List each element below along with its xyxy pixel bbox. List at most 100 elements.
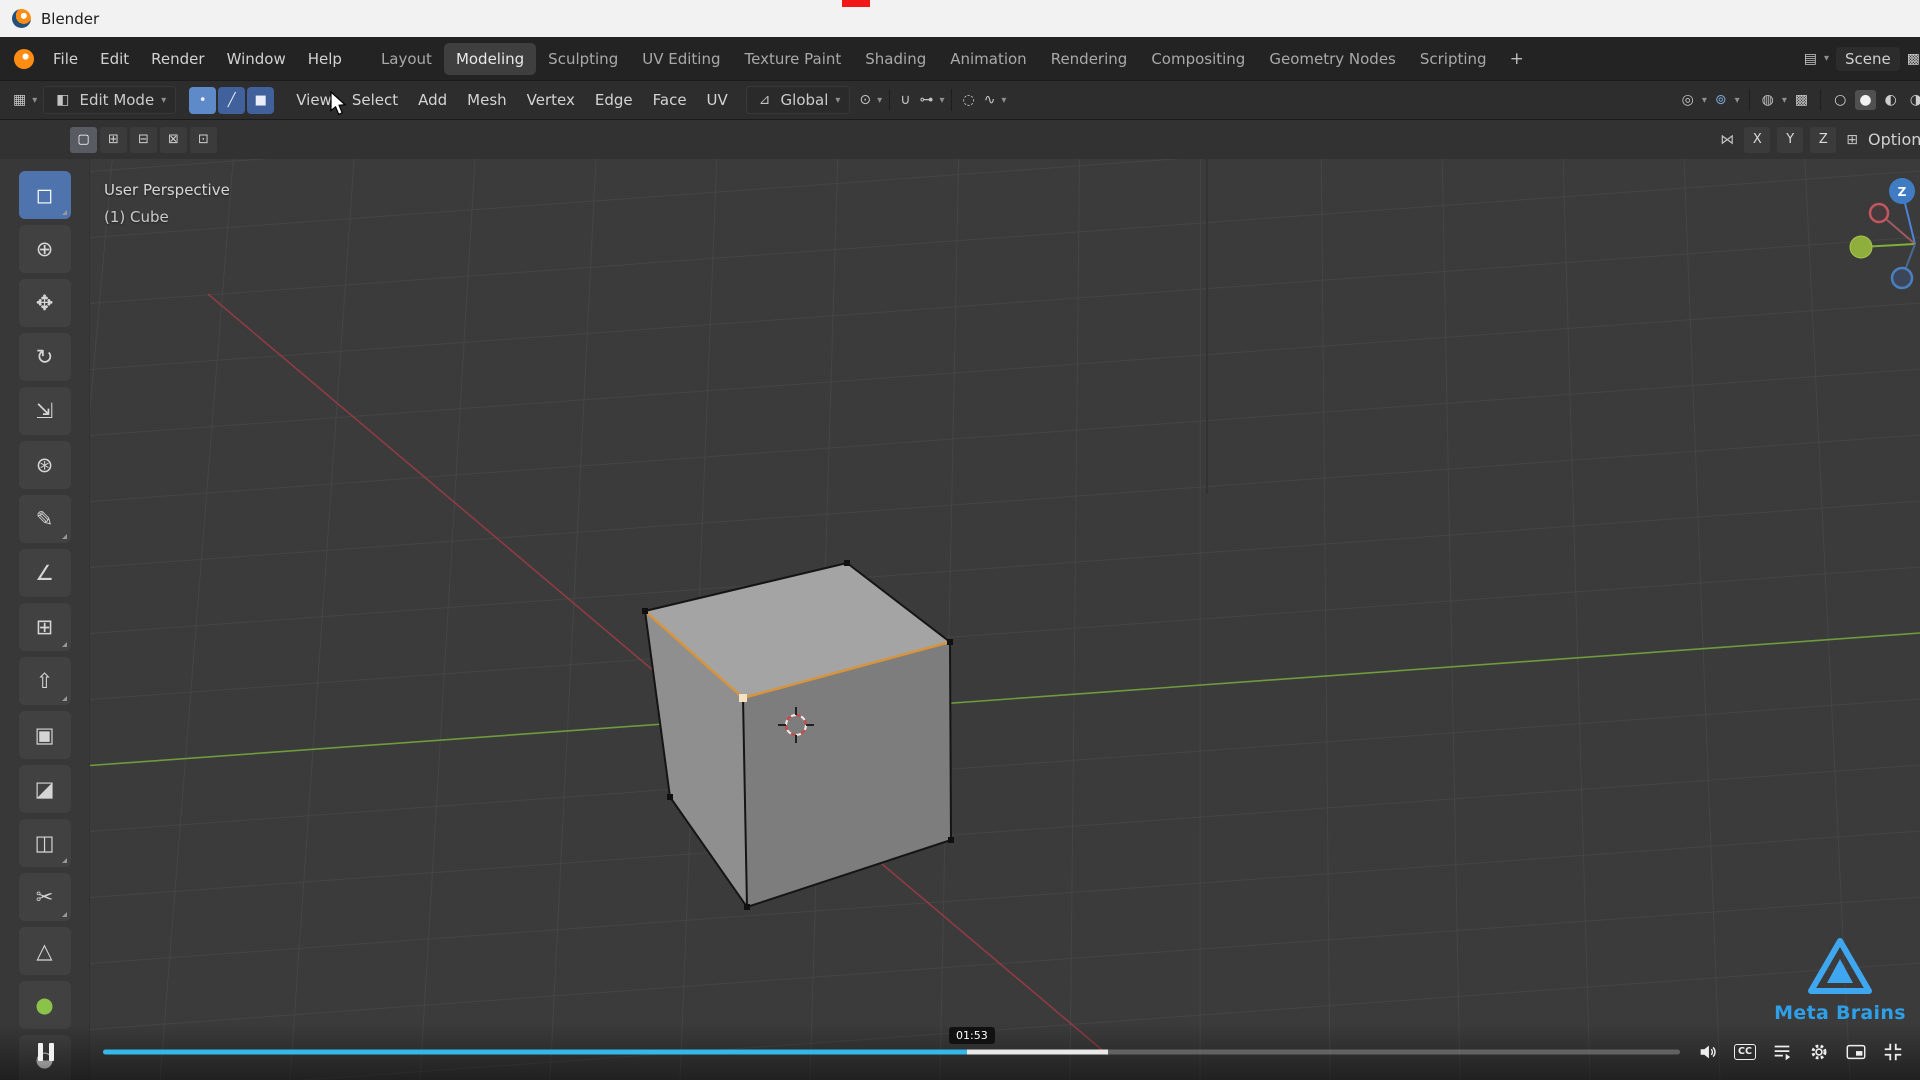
knife-tool[interactable]: ✂ [18,873,71,921]
window-titlebar: Blender [0,0,1920,37]
select-mode-invert-button[interactable]: ⊠ [160,126,187,153]
menu-help[interactable]: Help [297,45,353,73]
tab-geometry-nodes[interactable]: Geometry Nodes [1257,43,1408,75]
shading-solid-icon[interactable]: ● [1855,90,1876,110]
captions-icon[interactable]: CC [1734,1044,1756,1060]
mirror-y-button[interactable]: Y [1777,126,1804,153]
menu-render[interactable]: Render [140,45,215,73]
menu-mesh[interactable]: Mesh [457,87,517,113]
snap-target-icon[interactable]: ⊶ [916,92,936,108]
fullscreen-icon[interactable] [1882,1041,1904,1063]
select-mode-new-button[interactable]: ▢ [70,126,97,153]
xray-toggle-icon[interactable]: ▩ [1792,92,1811,108]
volume-icon[interactable] [1697,1041,1719,1063]
mirror-icon[interactable]: ⋈ [1717,132,1737,148]
loop-cut-tool[interactable]: ◫ [18,819,71,867]
edge-select-button[interactable]: ╱ [218,86,246,114]
inset-faces-tool[interactable]: ▣ [18,711,71,759]
move-tool[interactable]: ✥ [18,279,71,327]
navigation-gizmo[interactable]: Z [1798,159,1920,309]
add-workspace-button[interactable]: + [1499,47,1535,71]
scene-name-field[interactable]: Scene [1836,46,1900,71]
chevron-down-icon[interactable]: ▾ [1001,95,1006,106]
gizmo-y-ball[interactable] [1849,235,1873,259]
transform-tool[interactable]: ⊛ [18,441,71,489]
inset-icon: ▣ [34,723,55,747]
tab-sculpting[interactable]: Sculpting [536,43,630,75]
poly-build-tool[interactable]: △ [18,927,71,975]
tab-scripting[interactable]: Scripting [1408,43,1499,75]
menu-select[interactable]: Select [342,87,408,113]
tab-rendering[interactable]: Rendering [1039,43,1140,75]
chevron-down-icon[interactable]: ▾ [1782,95,1787,106]
tool-options-dropdown[interactable]: Options ▾ [1868,130,1920,149]
chevron-down-icon[interactable]: ▾ [877,95,882,106]
view-layer-icon[interactable]: ▩ [1907,51,1920,67]
pivot-point-icon[interactable]: ⊙ [856,92,874,108]
annotate-tool[interactable]: ✎ [18,495,71,543]
vertex-select-button[interactable]: • [189,86,217,114]
menu-add[interactable]: Add [408,87,457,113]
mirror-x-button[interactable]: X [1744,126,1771,153]
active-vertex [739,694,747,702]
tab-layout[interactable]: Layout [369,43,444,75]
menu-uv[interactable]: UV [697,87,738,113]
cursor-tool[interactable]: ⊕ [18,225,71,273]
face-select-button[interactable]: ■ [247,86,275,114]
shading-rendered-icon[interactable]: ◑ [1906,90,1920,110]
menu-edge[interactable]: Edge [585,87,643,113]
mode-selector[interactable]: ◧ Edit Mode ▾ [43,86,177,114]
orientation-icon: ⊿ [758,92,771,108]
add-cube-tool[interactable]: ⊞ [18,603,71,651]
measure-tool[interactable]: ∠ [18,549,71,597]
browse-scene-icon[interactable]: ▤ [1804,51,1817,67]
menu-file[interactable]: File [42,45,89,73]
chevron-down-icon[interactable]: ▾ [1824,53,1829,64]
scale-tool[interactable]: ⇲ [18,387,71,435]
chevron-down-icon[interactable]: ▾ [1735,95,1740,106]
rotate-tool[interactable]: ↻ [18,333,71,381]
tab-shading[interactable]: Shading [853,43,938,75]
pause-button[interactable] [38,1043,54,1061]
settings-icon[interactable] [1808,1041,1830,1063]
tab-animation[interactable]: Animation [938,43,1038,75]
viewport-3d[interactable]: ◻ ⊕ ✥ ↻ ⇲ ⊛ ✎ ∠ ⊞ ⇧ ▣ ◪ ◫ ✂ △ ● ◒ User P… [0,159,1920,1080]
menu-vertex[interactable]: Vertex [517,87,585,113]
snap-magnet-icon[interactable]: ∪ [897,92,913,108]
select-mode-intersect-button[interactable]: ⊡ [190,126,217,153]
bevel-tool[interactable]: ◪ [18,765,71,813]
extrude-tool[interactable]: ⇧ [18,657,71,705]
menu-edit[interactable]: Edit [89,45,140,73]
extra-settings-icon[interactable]: ⊞ [1843,132,1861,148]
menu-window[interactable]: Window [216,45,297,73]
gizmos-icon[interactable]: ⊚ [1712,92,1730,108]
menu-face[interactable]: Face [643,87,697,113]
falloff-curve-icon[interactable]: ∿ [981,92,999,108]
overlays-icon[interactable]: ◍ [1759,92,1777,108]
gizmo-neg-z-ball[interactable] [1890,266,1914,290]
tab-compositing[interactable]: Compositing [1139,43,1257,75]
editor-type-chevron-icon[interactable]: ▾ [32,95,37,106]
smooth-tool[interactable]: ● [18,981,71,1029]
tab-texture-paint[interactable]: Texture Paint [732,43,853,75]
progress-bar[interactable] [103,1049,1680,1055]
select-mode-extend-button[interactable]: ⊞ [100,126,127,153]
gizmo-x-ball[interactable] [1868,202,1890,224]
chevron-down-icon[interactable]: ▾ [939,95,944,106]
select-mode-subtract-button[interactable]: ⊟ [130,126,157,153]
tab-uv-editing[interactable]: UV Editing [630,43,732,75]
visibility-icon[interactable]: ◎ [1679,92,1697,108]
shading-wireframe-icon[interactable]: ○ [1830,90,1850,110]
pip-icon[interactable] [1845,1041,1867,1063]
chevron-down-icon[interactable]: ▾ [1702,95,1707,106]
editor-type-icon[interactable]: ▦ [10,92,29,108]
shading-material-icon[interactable]: ◐ [1881,90,1901,110]
orientation-selector[interactable]: ⊿ Global ▾ [745,86,851,114]
mirror-z-button[interactable]: Z [1810,126,1837,153]
playlist-icon[interactable] [1771,1041,1793,1063]
proportional-editing-icon[interactable]: ◌ [959,92,977,108]
tab-modeling[interactable]: Modeling [443,42,537,75]
blender-menu-icon[interactable] [14,48,34,69]
chevron-down-icon: ▾ [161,94,167,106]
select-box-tool[interactable]: ◻ [18,171,71,219]
